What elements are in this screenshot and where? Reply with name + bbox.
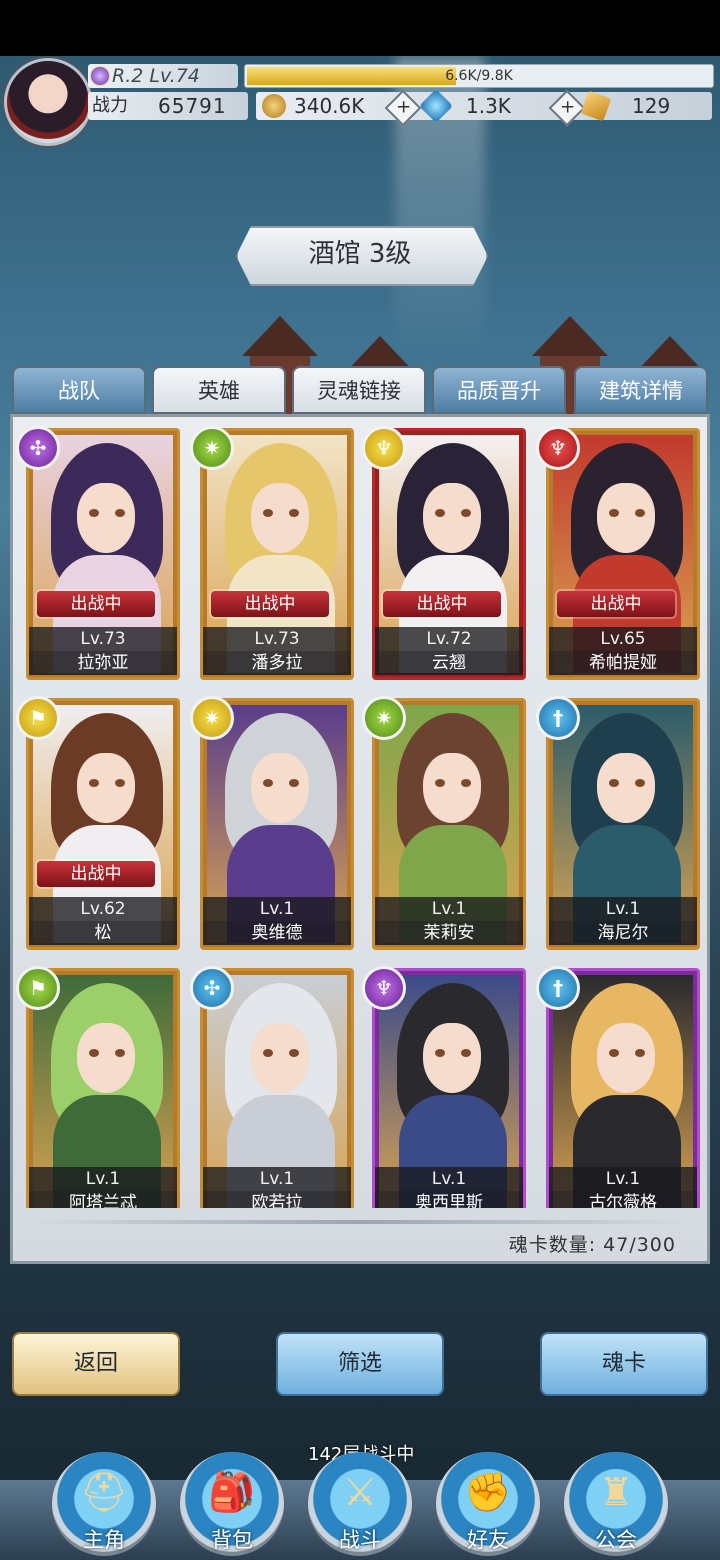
wings-icon: ♆ [362,966,406,1010]
hero-level: Lv.62 [29,897,177,921]
exp-text: 6.6K/9.8K [445,68,513,84]
shuriken-icon: ✷ [362,696,406,740]
hero-level: Lv.1 [203,1167,351,1191]
nav-friends-label: 好友 [467,1528,509,1552]
nav-guild-label: 公会 [595,1528,637,1552]
crossed-swords-icon: ⚔ [342,1470,378,1514]
backpack-icon: 🎒 [208,1470,256,1514]
tab-soul-link[interactable]: 灵魂链接 [292,366,426,414]
hero-level: Lv.73 [203,627,351,651]
handshake-icon: ✊ [464,1470,512,1514]
exp-bar: 6.6K/9.8K [244,64,714,88]
back-button[interactable]: 返回 [12,1332,180,1396]
hero-name: 云翘 [375,651,523,675]
divider [30,1220,690,1224]
card-ticket-value: 129 [632,94,671,118]
rank-gem-icon [90,66,110,86]
hero-level: Lv.1 [549,897,697,921]
sword-icon: † [536,696,580,740]
nav-battle-button[interactable]: ⚔ 战斗 [308,1452,412,1556]
shuriken-icon: ✷ [190,426,234,470]
hero-level: Lv.1 [375,1167,523,1191]
hero-level: Lv.73 [29,627,177,651]
card-count: 魂卡数量: 47/300 [508,1234,676,1256]
helmet-icon: ⛑ [79,1470,129,1514]
nav-bag-label: 背包 [211,1528,253,1552]
power-value: 65791 [158,94,227,118]
deployed-badge: 出战中 [211,591,329,617]
magic-staff-icon: ✣ [190,966,234,1010]
wings-icon: ♆ [536,426,580,470]
nav-bag-button[interactable]: 🎒 背包 [180,1452,284,1556]
player-level: R.2 Lv.74 [112,65,200,87]
hero-name: 希帕提娅 [549,651,697,675]
sword-icon: † [536,966,580,1010]
tab-quality-upgrade[interactable]: 品质晋升 [432,366,566,414]
hero-level: Lv.1 [549,1167,697,1191]
hero-level: Lv.72 [375,627,523,651]
soul-card-button[interactable]: 魂卡 [540,1332,708,1396]
hero-name: 海尼尔 [549,921,697,945]
shuriken-icon: ✷ [190,696,234,740]
deployed-badge: 出战中 [557,591,675,617]
nav-guild-button[interactable]: ♜ 公会 [564,1452,668,1556]
deployed-badge: 出战中 [37,591,155,617]
nav-hero-label: 主角 [83,1528,125,1552]
hero-level: Lv.1 [375,897,523,921]
wings-icon: ♆ [362,426,406,470]
tab-heroes[interactable]: 英雄 [152,366,286,414]
hero-name: 奥西里斯 [375,1191,523,1208]
deployed-badge: 出战中 [383,591,501,617]
hero-name: 欧若拉 [203,1191,351,1208]
hero-name: 拉弥亚 [29,651,177,675]
hero-name: 潘多拉 [203,651,351,675]
tab-building-details[interactable]: 建筑详情 [574,366,708,414]
flag-icon: ⚑ [16,966,60,1010]
page-title: 酒馆 3级 [308,239,412,269]
hero-name: 阿塔兰忒 [29,1191,177,1208]
magic-staff-icon: ✣ [16,426,60,470]
hero-name: 茉莉安 [375,921,523,945]
gold-coin-icon [262,94,286,118]
tab-team[interactable]: 战队 [12,366,146,414]
nav-battle-label: 战斗 [339,1528,381,1552]
power-label: 战力 [92,95,128,116]
nav-hero-button[interactable]: ⛑ 主角 [52,1452,156,1556]
hero-level: Lv.65 [549,627,697,651]
hero-name: 松 [29,921,177,945]
hero-level: Lv.1 [203,897,351,921]
filter-button[interactable]: 筛选 [276,1332,444,1396]
hero-level: Lv.1 [29,1167,177,1191]
player-avatar[interactable] [4,58,92,146]
gold-value: 340.6K [294,94,365,118]
flag-icon: ⚑ [16,696,60,740]
deployed-badge: 出战中 [37,861,155,887]
hero-name: 奥维德 [203,921,351,945]
guild-crest-icon: ♜ [598,1470,634,1514]
hero-card-grid[interactable]: 出战中 Lv.73 拉弥亚 ✣ 出战中 Lv.73 潘多拉 ✷ 出战中 Lv.72 云翘 ♆ 出战中 Lv… [12,422,706,1208]
nav-friends-button[interactable]: ✊ 好友 [436,1452,540,1556]
hero-name: 古尔薇格 [549,1191,697,1208]
gem-value: 1.3K [466,94,511,118]
